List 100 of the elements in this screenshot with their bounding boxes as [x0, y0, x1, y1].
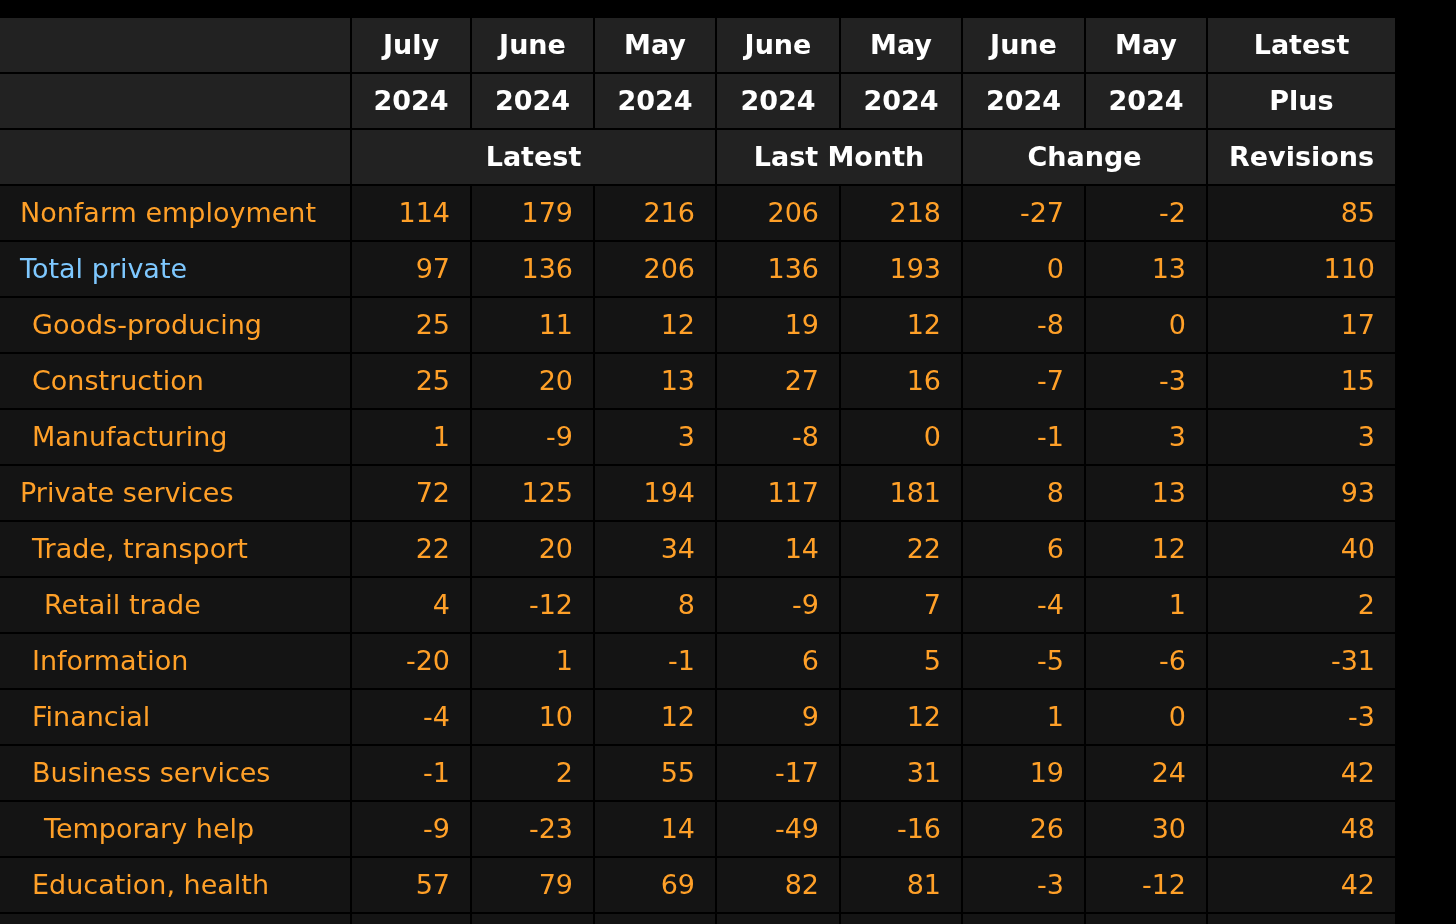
table-cell: 136	[472, 242, 593, 296]
table-cell: 12	[841, 690, 961, 744]
table-cell: 48	[1208, 802, 1395, 856]
table-cell: 9	[717, 690, 839, 744]
table-cell: 206	[595, 242, 715, 296]
table-cell: -20	[352, 634, 470, 688]
table-cell: 1	[963, 690, 1084, 744]
year-header: 2024	[841, 74, 961, 128]
table-cell: 25	[352, 354, 470, 408]
month-header: June	[963, 18, 1084, 72]
table-cell: 82	[717, 858, 839, 912]
table-cell: 12	[595, 298, 715, 352]
table-cell: 19	[963, 746, 1084, 800]
table-cell: -4	[352, 690, 470, 744]
table-cell: -2	[1086, 186, 1206, 240]
year-header: 2024	[472, 74, 593, 128]
table-cell: 1	[1086, 578, 1206, 632]
table-cell: 6	[963, 522, 1084, 576]
group-header: Latest	[352, 130, 715, 184]
table-cell: 42	[1208, 746, 1395, 800]
row-label: Total private	[0, 242, 350, 296]
table-cell: -5	[963, 634, 1084, 688]
table-cell: 0	[1086, 298, 1206, 352]
table-cell: 136	[717, 242, 839, 296]
table-cell: 79	[472, 858, 593, 912]
row-label: Retail trade	[0, 578, 350, 632]
table-cell: 8	[595, 578, 715, 632]
table-cell: 10	[472, 690, 593, 744]
month-header: July	[352, 18, 470, 72]
table-cell: 14	[717, 522, 839, 576]
table-cell: 3	[1086, 410, 1206, 464]
month-header: May	[841, 18, 961, 72]
table-cell: -3	[1086, 354, 1206, 408]
table-cell: 7	[841, 578, 961, 632]
table-cell: 24	[1086, 746, 1206, 800]
table-cell: -9	[717, 578, 839, 632]
table-cell: 25	[352, 298, 470, 352]
table-cell: -49	[717, 802, 839, 856]
table-cell: -6	[1086, 634, 1206, 688]
table-cell: 4	[352, 578, 470, 632]
table-cell: 27	[717, 354, 839, 408]
table-cell: 13	[1086, 242, 1206, 296]
table-cell: 22	[352, 522, 470, 576]
table-cell: 179	[472, 186, 593, 240]
table-cell: 26	[963, 802, 1084, 856]
table-cell: 8	[963, 466, 1084, 520]
row-label: Private services	[0, 466, 350, 520]
table-cell: -1	[352, 746, 470, 800]
table-cell: 12	[1086, 522, 1206, 576]
table-cell: 17	[1208, 298, 1395, 352]
year-header: 2024	[717, 74, 839, 128]
table-cell: 216	[595, 186, 715, 240]
table-cell: -9	[472, 410, 593, 464]
table-cell: -1	[963, 410, 1084, 464]
table-cell: 13	[595, 354, 715, 408]
table-cell: 0	[1086, 690, 1206, 744]
table-cell: 55	[595, 746, 715, 800]
table-cell: 16	[841, 354, 961, 408]
table-cell: 3	[1208, 410, 1395, 464]
table-cell: 5	[841, 634, 961, 688]
table-cell: 97	[352, 242, 470, 296]
table-cell: 181	[841, 466, 961, 520]
table-cell: 14	[595, 802, 715, 856]
table-cell: 193	[841, 242, 961, 296]
table-cell: -17	[717, 746, 839, 800]
table-cell: 125	[472, 466, 593, 520]
table-cell: 12	[595, 690, 715, 744]
table-cell: 206	[717, 186, 839, 240]
row-label: Business services	[0, 746, 350, 800]
row-label: Nonfarm employment	[0, 186, 350, 240]
table-cell: 22	[841, 522, 961, 576]
group-header: Change	[963, 130, 1206, 184]
year-header: 2024	[352, 74, 470, 128]
year-header: 2024	[1086, 74, 1206, 128]
row-label: Information	[0, 634, 350, 688]
month-header: June	[472, 18, 593, 72]
group-header: Revisions	[1208, 130, 1395, 184]
table-cell: -23	[472, 802, 593, 856]
table-cell: 3	[595, 410, 715, 464]
row-label: Manufacturing	[0, 410, 350, 464]
table-cell: 2	[472, 746, 593, 800]
table-cell: 15	[1208, 354, 1395, 408]
group-header: Last Month	[717, 130, 961, 184]
row-label: Construction	[0, 354, 350, 408]
row-label: Financial	[0, 690, 350, 744]
table-cell: 20	[472, 354, 593, 408]
table-cell: 85	[1208, 186, 1395, 240]
table-cell: 218	[841, 186, 961, 240]
table-cell: 117	[717, 466, 839, 520]
table-cell: 31	[841, 746, 961, 800]
table-cell: 13	[1086, 466, 1206, 520]
month-header: Latest	[1208, 18, 1395, 72]
table-cell: 2	[1208, 578, 1395, 632]
year-header: Plus	[1208, 74, 1395, 128]
table-cell: 69	[595, 858, 715, 912]
table-cell: -31	[1208, 634, 1395, 688]
table-cell: -27	[963, 186, 1084, 240]
table-cell: -1	[595, 634, 715, 688]
table-cell: 72	[352, 466, 470, 520]
table-cell: 42	[1208, 858, 1395, 912]
